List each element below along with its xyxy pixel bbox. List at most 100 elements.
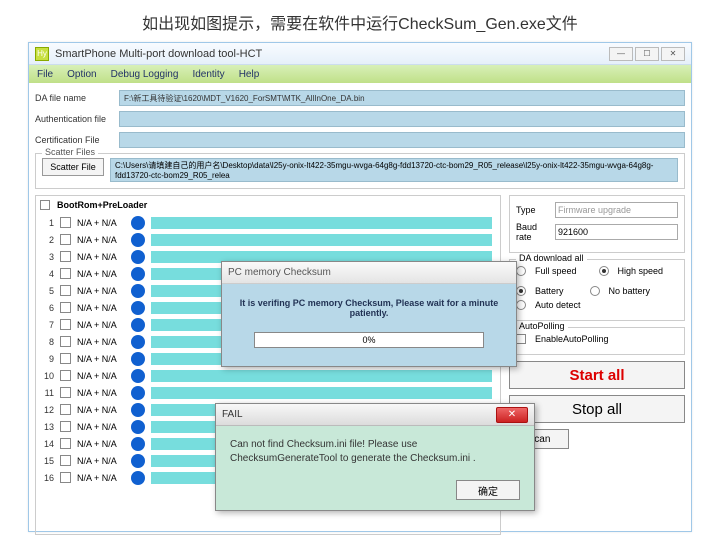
port-checkbox[interactable] [60,234,71,245]
stop-all-button[interactable]: Stop all [509,395,685,423]
port-checkbox[interactable] [60,353,71,364]
close-button[interactable]: ✕ [661,47,685,61]
port-checkbox[interactable] [60,455,71,466]
autopolling-checkbox[interactable] [516,334,526,344]
port-checkbox[interactable] [60,404,71,415]
port-value: N/A + N/A [77,303,125,313]
checksum-dialog-title: PC memory Checksum [222,262,516,284]
menu-debug[interactable]: Debug Logging [111,69,179,80]
minimize-button[interactable]: — [609,47,633,61]
port-value: N/A + N/A [77,422,125,432]
autopolling-label: EnableAutoPolling [535,334,609,344]
port-row: 2 N/A + N/A [40,231,496,248]
status-dot-icon [131,403,145,417]
status-dot-icon [131,369,145,383]
status-dot-icon [131,233,145,247]
scatter-file-button[interactable]: Scatter File [42,158,104,176]
status-dot-icon [131,318,145,332]
scatter-legend: Scatter Files [42,147,98,157]
port-value: N/A + N/A [77,473,125,483]
status-dot-icon [131,335,145,349]
port-value: N/A + N/A [77,286,125,296]
menu-file[interactable]: File [37,69,53,80]
progress-bar [151,217,492,229]
baud-label: Baud rate [516,222,549,242]
port-checkbox[interactable] [60,421,71,432]
status-dot-icon [131,267,145,281]
port-number: 10 [40,371,54,381]
status-dot-icon [131,386,145,400]
no-battery-radio[interactable] [590,286,600,296]
port-value: N/A + N/A [77,252,125,262]
port-checkbox[interactable] [60,217,71,228]
fail-dialog-title: FAIL [222,409,243,420]
port-number: 7 [40,320,54,330]
status-dot-icon [131,301,145,315]
menu-option[interactable]: Option [67,69,96,80]
port-number: 5 [40,286,54,296]
scatter-path-field[interactable]: C:\Users\请填建自己的用户名\Desktop\data\l25y-oni… [110,158,678,182]
battery-radio[interactable] [516,286,526,296]
port-number: 11 [40,388,54,398]
port-number: 16 [40,473,54,483]
port-value: N/A + N/A [77,320,125,330]
main-window: Hy SmartPhone Multi-port download tool-H… [28,42,692,532]
window-title: SmartPhone Multi-port download tool-HCT [55,48,262,60]
battery-label: Battery [535,286,564,296]
port-number: 1 [40,218,54,228]
port-value: N/A + N/A [77,269,125,279]
port-checkbox[interactable] [60,336,71,347]
checksum-dialog: PC memory Checksum It is verifing PC mem… [221,261,517,367]
port-value: N/A + N/A [77,218,125,228]
status-dot-icon [131,216,145,230]
checksum-progress: 0% [254,332,484,348]
port-number: 4 [40,269,54,279]
instruction-caption: 如出现如图提示，需要在软件中运行CheckSum_Gen.exe文件 [0,0,720,42]
start-all-button[interactable]: Start all [509,361,685,389]
port-checkbox[interactable] [60,438,71,449]
da-download-legend: DA download all [516,253,587,263]
port-checkbox[interactable] [60,268,71,279]
port-checkbox[interactable] [60,370,71,381]
type-group: Type Baud rate [509,195,685,253]
port-number: 9 [40,354,54,364]
auto-detect-label: Auto detect [535,300,581,310]
baud-select[interactable] [555,224,678,240]
port-checkbox[interactable] [60,319,71,330]
maximize-button[interactable]: ☐ [635,47,659,61]
da-file-label: DA file name [35,93,119,103]
app-icon: Hy [35,47,49,61]
menu-help[interactable]: Help [239,69,260,80]
fail-dialog-message: Can not find Checksum.ini file! Please u… [230,438,520,466]
status-dot-icon [131,420,145,434]
port-value: N/A + N/A [77,235,125,245]
port-value: N/A + N/A [77,371,125,381]
port-value: N/A + N/A [77,439,125,449]
bootrom-checkbox[interactable] [40,200,50,210]
da-file-field[interactable]: F:\新工具待验证\1620\MDT_V1620_ForSMT\MTK_AllI… [119,90,685,106]
port-number: 8 [40,337,54,347]
menu-bar: File Option Debug Logging Identity Help [29,65,691,83]
auth-file-label: Authentication file [35,114,119,124]
fail-dialog-close-button[interactable]: ✕ [496,407,528,423]
port-number: 15 [40,456,54,466]
port-checkbox[interactable] [60,302,71,313]
menu-identity[interactable]: Identity [192,69,224,80]
progress-bar [151,234,492,246]
scatter-group: Scatter Files Scatter File C:\Users\请填建自… [35,153,685,189]
status-dot-icon [131,284,145,298]
type-select[interactable] [555,202,678,218]
cert-file-field[interactable] [119,132,685,148]
no-battery-label: No battery [609,286,651,296]
auto-detect-radio[interactable] [516,300,526,310]
high-speed-radio[interactable] [599,266,609,276]
port-checkbox[interactable] [60,472,71,483]
fail-dialog-ok-button[interactable]: 确定 [456,480,520,500]
port-checkbox[interactable] [60,387,71,398]
port-checkbox[interactable] [60,251,71,262]
port-checkbox[interactable] [60,285,71,296]
port-number: 2 [40,235,54,245]
full-speed-radio[interactable] [516,266,526,276]
auth-file-field[interactable] [119,111,685,127]
port-number: 13 [40,422,54,432]
